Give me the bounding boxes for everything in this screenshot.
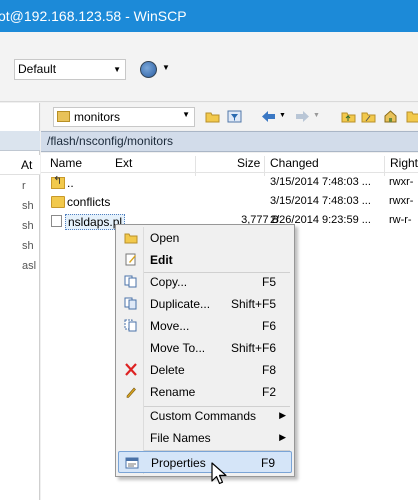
remote-directory-value: monitors <box>74 110 121 124</box>
column-name[interactable]: Name <box>50 156 82 170</box>
menu-item-label: Move To... <box>150 341 206 355</box>
menu-item-shortcut: F8 <box>261 363 276 377</box>
submenu-arrow-icon: ▶ <box>279 432 286 442</box>
column-size[interactable]: Size <box>237 156 260 170</box>
open-icon <box>124 233 138 244</box>
menu-item-shortcut: F6 <box>261 319 276 333</box>
folder-icon <box>51 196 65 208</box>
window-titlebar[interactable]: ot@192.168.123.58 - WinSCP <box>0 0 418 32</box>
remote-directory-combo[interactable]: monitors ▼ <box>53 107 195 127</box>
chevron-down-icon: ▼ <box>113 65 121 74</box>
table-row[interactable]: conflicts 3/15/2014 7:48:03 ... rwxr- <box>41 193 418 212</box>
local-column-header[interactable]: At <box>0 155 40 175</box>
local-attr-column[interactable]: At <box>21 158 32 172</box>
remote-nav-toolbar: monitors ▼ ▼ ▼ <box>41 103 418 130</box>
menu-item-shortcut: Shift+F5 <box>230 297 276 311</box>
remote-path: /flash/nsconfig/monitors <box>47 134 174 148</box>
file-changed: 3/15/2014 7:48:03 ... <box>270 176 371 188</box>
menu-item-label: Duplicate... <box>150 297 211 311</box>
menu-item-move-to[interactable]: Move To... Shift+F6 <box>118 337 292 359</box>
column-rights[interactable]: Right <box>390 156 418 170</box>
list-item[interactable]: r <box>22 180 26 192</box>
session-button[interactable]: ▼ <box>140 60 170 80</box>
column-header-row: Name Ext Size Changed Right <box>41 153 418 176</box>
menu-item-delete[interactable]: Delete F8 <box>118 359 292 381</box>
move-icon <box>124 319 137 332</box>
menu-item-label: Move... <box>150 319 190 333</box>
context-menu: Open Edit Copy... F5 Duplicate... Shift+… <box>115 224 295 477</box>
menu-item-file-names[interactable]: File Names ▶ <box>118 427 292 449</box>
menu-item-open[interactable]: Open <box>118 227 292 249</box>
refresh-icon[interactable] <box>405 110 418 123</box>
menu-item-move[interactable]: Move... F6 <box>118 315 292 337</box>
duplicate-icon <box>124 297 137 310</box>
menu-item-custom-commands[interactable]: Custom Commands ▶ <box>118 405 292 427</box>
transfer-settings-value: Default <box>18 62 57 76</box>
file-icon <box>51 215 62 227</box>
file-rights: rw-r- <box>389 214 412 226</box>
window-title: ot@192.168.123.58 - WinSCP <box>0 8 187 24</box>
column-divider <box>264 156 265 176</box>
forward-icon[interactable] <box>295 110 310 123</box>
menu-item-rename[interactable]: Rename F2 <box>118 381 292 403</box>
copy-icon <box>124 275 137 288</box>
menu-item-label: Rename <box>150 385 196 399</box>
list-item[interactable]: sh <box>22 220 34 232</box>
file-changed: 3/15/2014 7:48:03 ... <box>270 195 371 207</box>
table-row[interactable]: .. 3/15/2014 7:48:03 ... rwxr- <box>41 174 418 193</box>
menu-item-shortcut: Shift+F6 <box>230 341 276 355</box>
folder-icon <box>57 111 70 122</box>
home-icon[interactable] <box>383 110 398 123</box>
rename-icon <box>126 387 136 398</box>
submenu-arrow-icon: ▶ <box>279 410 286 420</box>
chevron-down-icon: ▼ <box>182 110 190 119</box>
list-item[interactable]: asl <box>22 260 36 272</box>
file-rights: rwxr- <box>389 176 414 188</box>
file-name: conflicts <box>67 195 111 209</box>
local-path-bar <box>0 131 40 151</box>
menu-item-shortcut: F2 <box>261 385 276 399</box>
chevron-down-icon: ▼ <box>162 63 170 72</box>
menu-item-edit[interactable]: Edit <box>118 249 292 271</box>
transfer-settings-combo[interactable]: Default ▼ <box>14 59 126 80</box>
column-ext[interactable]: Ext <box>115 156 132 170</box>
back-icon[interactable] <box>261 110 276 123</box>
column-changed[interactable]: Changed <box>270 156 319 170</box>
filter-icon[interactable] <box>227 110 242 123</box>
menu-item-duplicate[interactable]: Duplicate... Shift+F5 <box>118 293 292 315</box>
menu-item-copy[interactable]: Copy... F5 <box>118 271 292 293</box>
chevron-down-icon[interactable]: ▼ <box>279 112 286 119</box>
menu-item-label: Edit <box>150 253 173 267</box>
column-divider <box>384 156 385 176</box>
menu-item-label: Delete <box>150 363 185 377</box>
parent-directory-icon[interactable] <box>341 110 356 123</box>
menu-item-label: Open <box>150 231 180 245</box>
list-item[interactable]: sh <box>22 240 34 252</box>
menu-item-label: File Names <box>150 431 211 445</box>
globe-icon <box>140 61 157 78</box>
open-folder-icon[interactable] <box>205 110 220 123</box>
menu-item-properties[interactable]: Properties F9 <box>118 451 292 473</box>
properties-icon <box>125 457 139 469</box>
delete-icon <box>125 363 137 376</box>
column-divider <box>195 156 196 176</box>
menu-item-label: Copy... <box>150 275 188 289</box>
local-panel[interactable]: At r sh sh sh asl <box>0 103 40 500</box>
file-rights: rwxr- <box>389 195 414 207</box>
chevron-down-icon[interactable]: ▼ <box>313 112 320 119</box>
menu-item-label: Custom Commands <box>150 409 257 423</box>
parent-dir-icon <box>51 174 65 189</box>
menu-item-shortcut: F9 <box>260 456 275 470</box>
edit-icon <box>125 253 136 266</box>
remote-path-bar: /flash/nsconfig/monitors <box>41 131 418 152</box>
root-directory-icon[interactable] <box>361 110 376 123</box>
menu-item-shortcut: F5 <box>261 275 276 289</box>
menu-item-label: Properties <box>151 456 206 470</box>
mouse-cursor-icon <box>211 462 227 485</box>
list-item[interactable]: sh <box>22 200 34 212</box>
file-name: .. <box>67 176 74 190</box>
main-toolbar: Default ▼ ▼ <box>0 32 418 102</box>
